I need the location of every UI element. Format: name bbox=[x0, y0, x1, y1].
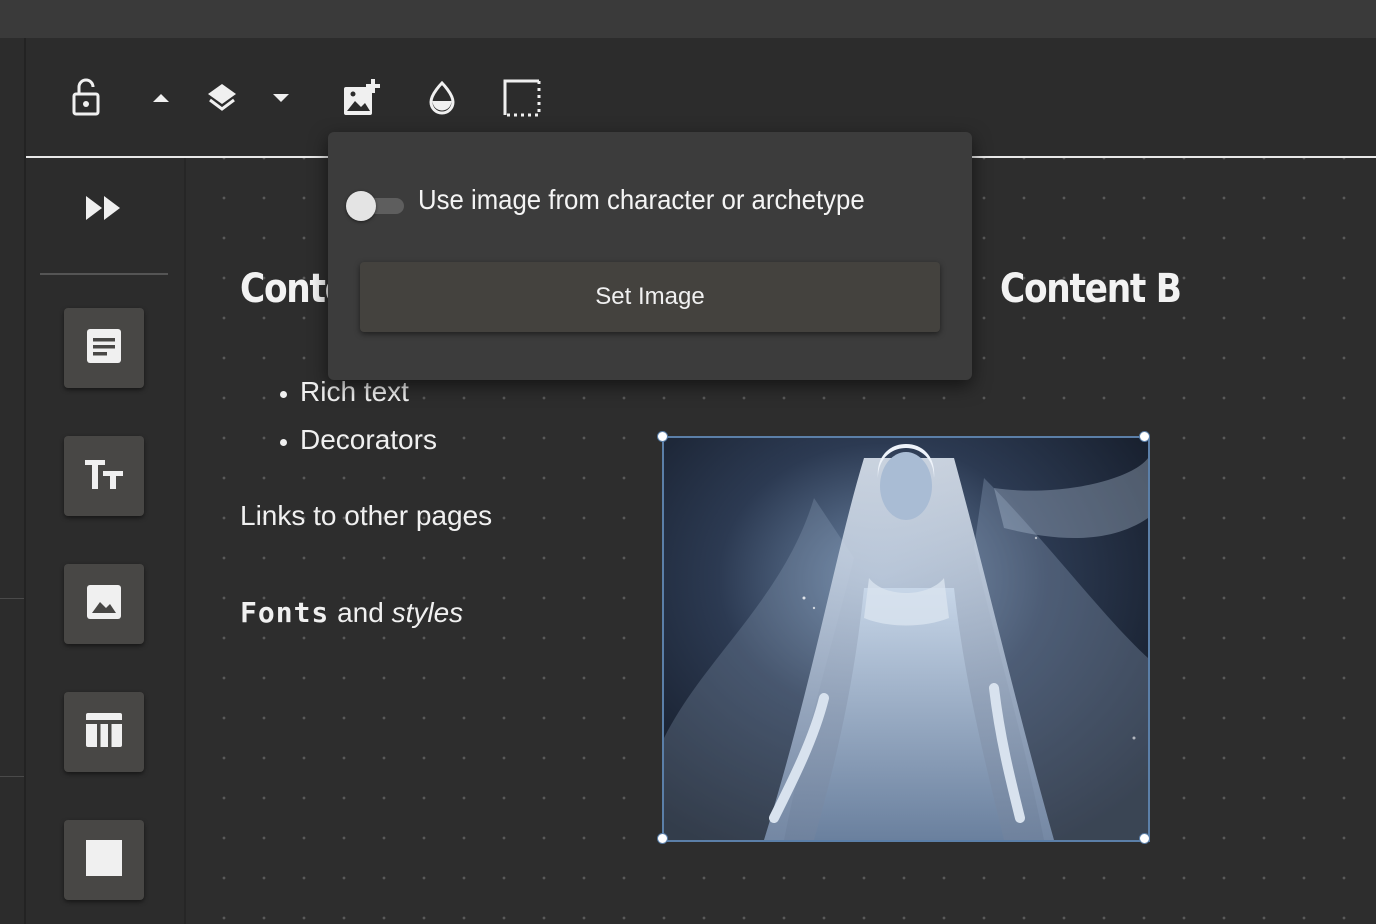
panel-divider bbox=[40, 273, 168, 275]
add-shape-button[interactable] bbox=[64, 820, 144, 900]
add-image-icon[interactable] bbox=[340, 76, 384, 120]
border-icon[interactable] bbox=[500, 76, 544, 120]
and-word: and bbox=[337, 597, 384, 628]
resize-handle[interactable] bbox=[657, 431, 668, 442]
square-icon bbox=[85, 839, 123, 882]
fast-forward-icon[interactable] bbox=[82, 192, 126, 224]
resize-handle[interactable] bbox=[1139, 431, 1150, 442]
text-size-icon bbox=[83, 456, 125, 497]
resize-handle[interactable] bbox=[657, 833, 668, 844]
styles-word: styles bbox=[391, 597, 464, 628]
component-panel bbox=[26, 158, 186, 924]
text-box-icon bbox=[85, 327, 123, 370]
arrow-up-icon[interactable] bbox=[148, 88, 174, 108]
arrow-down-icon[interactable] bbox=[268, 88, 294, 108]
resize-handle[interactable] bbox=[1139, 833, 1150, 844]
divider bbox=[0, 776, 24, 777]
add-table-button[interactable] bbox=[64, 692, 144, 772]
toggle-knob bbox=[346, 191, 376, 221]
links-text[interactable]: Links to other pages bbox=[240, 500, 492, 532]
add-text-button[interactable] bbox=[64, 436, 144, 516]
lock-open-icon[interactable] bbox=[66, 76, 106, 118]
set-image-button[interactable]: Set Image bbox=[360, 262, 940, 332]
toggle-label: Use image from character or archetype bbox=[418, 184, 865, 215]
fonts-and-styles-text[interactable]: Fonts and styles bbox=[240, 596, 463, 629]
app-top-bar bbox=[0, 0, 1376, 38]
selected-image[interactable] bbox=[662, 436, 1150, 842]
image-icon bbox=[85, 583, 123, 626]
table-icon bbox=[84, 711, 124, 754]
heading-content-b[interactable]: Content B bbox=[1000, 266, 1182, 312]
add-text-box-button[interactable] bbox=[64, 308, 144, 388]
bullet-list[interactable]: Rich text Decorators bbox=[266, 368, 437, 464]
ghost-woman-illustration bbox=[664, 438, 1148, 840]
divider bbox=[0, 598, 24, 599]
outer-left-strip bbox=[0, 38, 26, 924]
layers-icon[interactable] bbox=[202, 78, 242, 118]
add-image-button[interactable] bbox=[64, 564, 144, 644]
fonts-word: Fonts bbox=[240, 596, 330, 629]
image-settings-popup: Use image from character or archetype Se… bbox=[328, 132, 972, 380]
opacity-icon[interactable] bbox=[422, 78, 462, 118]
list-item: Decorators bbox=[300, 416, 437, 464]
use-character-image-toggle[interactable] bbox=[346, 191, 404, 221]
